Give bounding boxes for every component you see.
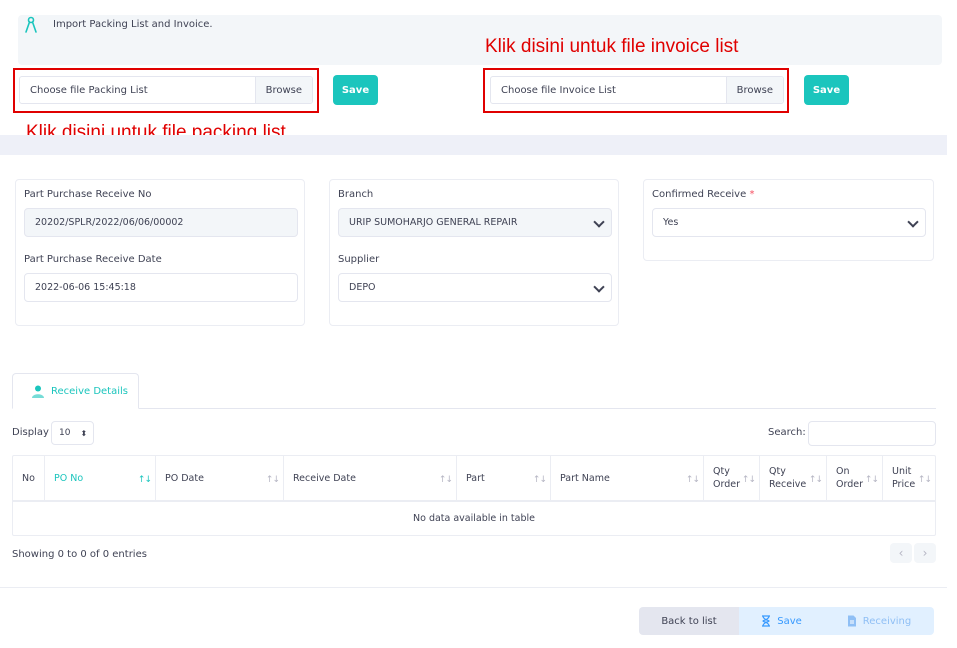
receive-date-field[interactable]: 2022-06-06 15:45:18 [24,273,298,302]
invoice-file-placeholder: Choose file Invoice List [501,84,616,96]
receive-info-card: Part Purchase Receive No 20202/SPLR/2022… [15,179,305,326]
user-icon [32,385,44,398]
col-header-no[interactable]: No [13,456,45,500]
receiving-button[interactable]: Receiving [824,607,934,635]
chevron-down-icon [593,216,605,228]
confirm-card: Confirmed Receive * Yes [643,179,934,261]
sort-icon: ↑↓ [137,475,152,485]
search-label: Search: [768,427,806,438]
col-header-part[interactable]: Part ↑↓ [457,456,551,500]
display-length-value: 10 [59,428,71,438]
invoice-annotation: Klik disini untuk file invoice list [485,36,739,57]
compass-icon [25,16,37,33]
packing-browse-button[interactable]: Browse [254,77,312,103]
sort-icon: ↑↓ [532,475,547,485]
sort-icon: ↑↓ [265,475,280,485]
banner-text: Import Packing List and Invoice. [53,19,213,30]
required-marker: * [749,189,755,200]
search-input[interactable] [808,421,936,446]
chevron-down-icon [593,281,605,293]
supplier-label: Supplier [338,254,380,265]
col-header-po-no[interactable]: PO No ↑↓ [45,456,156,500]
invoice-file-input[interactable]: Choose file Invoice List Browse [490,76,784,104]
invoice-save-button[interactable]: Save [804,75,849,105]
tab-receive-details[interactable]: Receive Details [12,373,139,409]
branch-supplier-card: Branch URIP SUMOHARJO GENERAL REPAIR Sup… [329,179,619,326]
col-header-unit-price[interactable]: Unit Price ↑↓ [883,456,935,500]
tab-label: Receive Details [51,385,128,397]
table-header: No PO No ↑↓ PO Date ↑↓ Receive Date ↑↓ Part… [13,456,935,502]
supplier-select-value: DEPO [349,282,376,293]
sort-icon: ↑↓ [741,475,756,485]
next-page-icon[interactable]: › [914,543,936,563]
branch-select-value: URIP SUMOHARJO GENERAL REPAIR [349,217,518,228]
footer-divider [0,587,947,588]
sort-icon: ↑↓ [438,475,453,485]
empty-table-row: No data available in table [413,513,535,524]
col-header-po-date[interactable]: PO Date ↑↓ [156,456,284,500]
showing-entries-info: Showing 0 to 0 of 0 entries [12,549,147,560]
packing-save-button[interactable]: Save [333,75,378,105]
receive-no-field: 20202/SPLR/2022/06/06/00002 [24,208,298,237]
display-label: Display [12,427,49,438]
chevron-down-icon [907,216,919,228]
document-icon [847,615,856,627]
packing-file-placeholder: Choose file Packing List [30,84,148,96]
col-header-qty-receive[interactable]: Qty Receive ↑↓ [760,456,827,500]
section-divider [0,135,947,155]
save-button[interactable]: Save [739,607,824,635]
hourglass-icon [762,615,771,627]
confirmed-select[interactable]: Yes [652,208,926,237]
col-header-receive-date[interactable]: Receive Date ↑↓ [284,456,457,500]
sort-icon: ↑↓ [864,475,879,485]
confirmed-select-value: Yes [663,217,679,228]
tab-underline [139,408,936,409]
sort-updown-icon: ⬍ [80,428,88,438]
invoice-browse-button[interactable]: Browse [725,77,783,103]
sort-icon: ↑↓ [917,475,932,485]
branch-select[interactable]: URIP SUMOHARJO GENERAL REPAIR [338,208,612,237]
col-header-qty-order[interactable]: Qty Order ↑↓ [704,456,760,500]
sort-icon: ↑↓ [808,475,823,485]
receive-no-label: Part Purchase Receive No [24,189,152,200]
col-header-on-order[interactable]: On Order ↑↓ [827,456,883,500]
receive-date-label: Part Purchase Receive Date [24,254,162,265]
display-length-select[interactable]: 10 ⬍ [51,421,94,445]
packing-file-input[interactable]: Choose file Packing List Browse [19,76,313,104]
confirmed-label: Confirmed Receive * [652,189,755,200]
col-header-part-name[interactable]: Part Name ↑↓ [551,456,704,500]
supplier-select[interactable]: DEPO [338,273,612,302]
receive-details-table: No PO No ↑↓ PO Date ↑↓ Receive Date ↑↓ Part… [12,455,936,536]
prev-page-icon[interactable]: ‹ [890,543,912,563]
branch-label: Branch [338,189,374,200]
sort-icon: ↑↓ [685,475,700,485]
back-to-list-button[interactable]: Back to list [639,607,739,635]
